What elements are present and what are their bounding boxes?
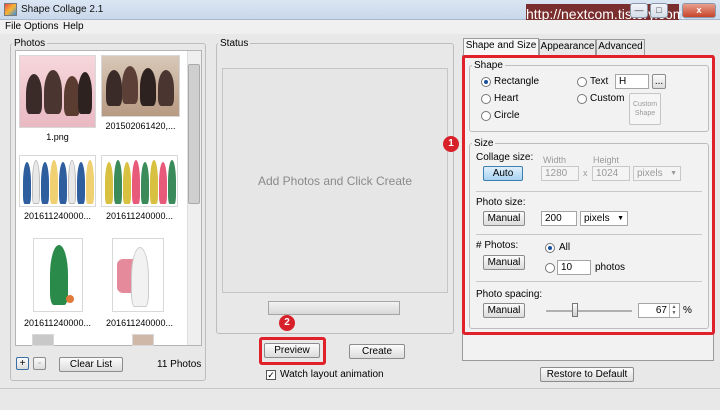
shape-heart-label: Heart bbox=[494, 93, 519, 104]
collage-unit-select[interactable]: pixels ▼ bbox=[633, 166, 681, 181]
shape-rectangle-label: Rectangle bbox=[494, 76, 540, 87]
photo-spacing-label: Photo spacing: bbox=[476, 289, 543, 300]
photo-size-manual-button[interactable]: Manual bbox=[483, 211, 525, 226]
photo-size-label: Photo size: bbox=[476, 197, 526, 208]
clear-list-button[interactable]: Clear List bbox=[59, 357, 123, 372]
collage-size-label: Collage size: bbox=[476, 152, 534, 163]
window-title: Shape Collage 2.1 bbox=[21, 4, 104, 15]
watch-animation-checkbox[interactable]: ✓ bbox=[266, 370, 276, 380]
tab-advanced[interactable]: Advanced bbox=[596, 39, 645, 55]
photo-count: 11 Photos bbox=[157, 359, 202, 370]
chevron-down-icon: ▼ bbox=[617, 215, 624, 222]
photo-thumbnail[interactable] bbox=[112, 238, 164, 312]
photos-unit-label: photos bbox=[595, 262, 626, 273]
shape-circle-radio[interactable] bbox=[481, 111, 491, 121]
spacing-slider-track[interactable] bbox=[546, 310, 632, 312]
photo-unit-value: pixels bbox=[584, 213, 610, 224]
photos-count-input[interactable]: 10 bbox=[557, 260, 591, 275]
menu-help[interactable]: Help bbox=[63, 21, 84, 32]
status-message: Add Photos and Click Create bbox=[257, 173, 413, 188]
font-browse-button[interactable]: ... bbox=[652, 74, 666, 89]
photo-caption: 201611240000... bbox=[106, 211, 173, 221]
size-group-label: Size bbox=[472, 138, 496, 149]
app-icon bbox=[4, 3, 17, 16]
photo-thumbnail[interactable] bbox=[32, 334, 54, 346]
menu-file[interactable]: File bbox=[5, 21, 21, 32]
shape-custom-radio[interactable] bbox=[577, 94, 587, 104]
spacing-spinner[interactable]: ▲ ▼ bbox=[669, 304, 678, 317]
custom-shape-button[interactable]: Custom Shape bbox=[629, 93, 661, 125]
photo-thumbnail[interactable] bbox=[33, 238, 83, 312]
divider bbox=[476, 191, 702, 192]
photo-unit-select[interactable]: pixels ▼ bbox=[580, 211, 628, 226]
height-input[interactable]: 1024 bbox=[592, 166, 630, 181]
preview-area: Add Photos and Click Create bbox=[222, 68, 448, 293]
width-input[interactable]: 1280 bbox=[541, 166, 579, 181]
shape-group-label: Shape bbox=[472, 60, 505, 71]
photos-all-label: All bbox=[559, 242, 571, 253]
minimize-button[interactable]: — bbox=[630, 3, 648, 18]
shape-text-label: Text bbox=[590, 76, 609, 87]
collage-unit-value: pixels bbox=[637, 168, 663, 179]
width-label: Width bbox=[543, 155, 567, 165]
chevron-down-icon: ▼ bbox=[670, 170, 677, 177]
preview-button[interactable]: Preview bbox=[264, 343, 320, 358]
watch-animation-label: Watch layout animation bbox=[280, 369, 384, 380]
shape-heart-radio[interactable] bbox=[481, 94, 491, 104]
photo-thumbnail[interactable] bbox=[132, 334, 154, 346]
add-photo-button[interactable]: + bbox=[16, 357, 29, 370]
scrollbar-thumb[interactable] bbox=[188, 64, 200, 204]
collage-size-auto-button[interactable]: Auto bbox=[483, 166, 523, 181]
close-button[interactable]: x bbox=[682, 3, 716, 18]
num-photos-label: # Photos: bbox=[476, 240, 519, 251]
photo-caption: 201611240000... bbox=[24, 211, 91, 221]
photo-caption: 1.png bbox=[46, 132, 69, 142]
shape-circle-label: Circle bbox=[494, 110, 520, 121]
shape-text-radio[interactable] bbox=[577, 77, 587, 87]
tab-shape-and-size[interactable]: Shape and Size bbox=[463, 38, 539, 55]
photos-panel-label: Photos bbox=[12, 38, 48, 49]
shape-text-input[interactable]: H bbox=[615, 74, 649, 89]
spacing-slider-thumb[interactable] bbox=[572, 303, 578, 317]
step-2-badge: 2 bbox=[279, 315, 295, 331]
divider bbox=[476, 234, 702, 235]
status-panel-label: Status bbox=[218, 38, 251, 49]
photo-size-input[interactable]: 200 bbox=[541, 211, 577, 226]
step-1-badge: 1 bbox=[443, 136, 459, 152]
maximize-button[interactable]: □ bbox=[650, 3, 668, 18]
times-label: x bbox=[583, 168, 588, 178]
photos-all-radio[interactable] bbox=[545, 243, 555, 253]
photo-thumbnail[interactable] bbox=[19, 155, 96, 207]
shape-custom-label: Custom bbox=[590, 93, 625, 104]
photo-caption: 201502061420,... bbox=[105, 121, 176, 131]
restore-default-button[interactable]: Restore to Default bbox=[540, 367, 634, 382]
shape-rectangle-radio[interactable] bbox=[481, 77, 491, 87]
status-bar-divider bbox=[0, 388, 720, 389]
spacing-unit-label: % bbox=[683, 305, 692, 316]
photo-caption: 201611240000... bbox=[106, 318, 173, 328]
photo-thumbnail[interactable] bbox=[101, 55, 180, 117]
menu-options[interactable]: Options bbox=[24, 21, 58, 32]
photo-thumbnail[interactable] bbox=[101, 155, 178, 207]
divider bbox=[476, 281, 702, 282]
spacing-manual-button[interactable]: Manual bbox=[483, 303, 525, 318]
photos-count-radio[interactable] bbox=[545, 263, 555, 273]
menu-bar bbox=[0, 20, 720, 34]
photo-caption: 201611240000... bbox=[24, 318, 91, 328]
num-photos-manual-button[interactable]: Manual bbox=[483, 255, 525, 270]
create-button[interactable]: Create bbox=[349, 344, 405, 359]
tab-appearance[interactable]: Appearance bbox=[539, 39, 596, 55]
height-label: Height bbox=[593, 155, 620, 165]
remove-photo-button[interactable]: - bbox=[33, 357, 46, 370]
photo-thumbnail[interactable] bbox=[19, 55, 96, 128]
progress-bar bbox=[268, 301, 400, 315]
